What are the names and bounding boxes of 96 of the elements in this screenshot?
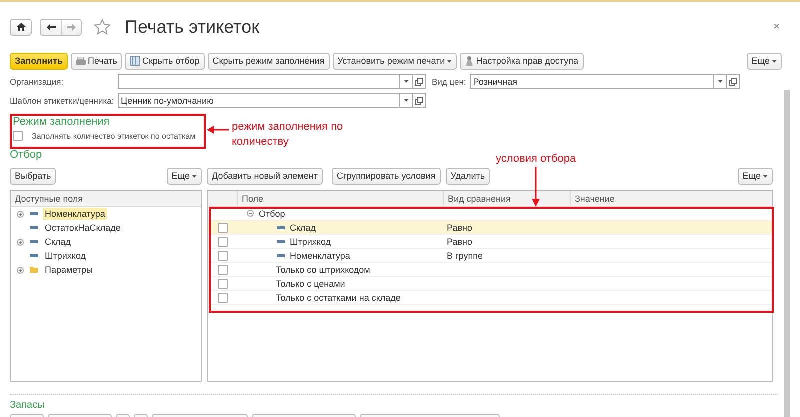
- more-button[interactable]: Еще: [166, 168, 202, 184]
- toolbar-button[interactable]: Удалить: [446, 168, 490, 184]
- folder-icon: [30, 267, 38, 273]
- table-cell: Номенклатура: [290, 250, 350, 260]
- toolbar-button[interactable]: Скрыть режим заполнения: [208, 52, 330, 70]
- dropdown-button[interactable]: [400, 93, 413, 108]
- section-title: Режим заполнения: [13, 116, 110, 128]
- table-cell: Штрихкод: [290, 236, 332, 246]
- caret-icon: [404, 99, 408, 102]
- annotation-text: условия отбора: [496, 152, 576, 167]
- checkbox[interactable]: [218, 250, 228, 260]
- dropdown-button[interactable]: [714, 74, 728, 89]
- open-icon: [729, 78, 738, 86]
- tree-item[interactable]: Штрихкод: [43, 250, 88, 262]
- input-field[interactable]: Ценник по-умолчанию: [118, 93, 400, 108]
- home-button[interactable]: [10, 18, 32, 36]
- field-icon: [30, 226, 38, 230]
- close-button[interactable]: ×: [774, 21, 780, 33]
- checkbox[interactable]: [218, 292, 228, 302]
- group-label: Отбор: [259, 208, 286, 218]
- expand-icon[interactable]: [17, 210, 24, 218]
- table-row[interactable]: Только со штрихкодом: [208, 263, 772, 277]
- section-title: Запасы: [10, 400, 45, 411]
- tree-item[interactable]: Параметры: [43, 264, 95, 276]
- open-icon: [415, 78, 423, 86]
- table-cell: Только с ценами: [276, 278, 346, 288]
- toolbar-button[interactable]: Сгруппировать условия: [332, 168, 441, 184]
- column-header: Доступные поля: [14, 192, 84, 206]
- field-label: Шаблон этикетки/ценника:: [10, 96, 116, 106]
- table-cell: Равно: [447, 236, 472, 246]
- field-icon: [277, 254, 285, 258]
- table-row[interactable]: Только с ценами: [208, 277, 772, 291]
- collapse-icon[interactable]: [247, 210, 254, 217]
- open-button[interactable]: [413, 93, 426, 108]
- caret-icon: [772, 60, 777, 62]
- checkbox[interactable]: [218, 236, 228, 246]
- table-row[interactable]: Номенклатура В группе: [208, 249, 772, 263]
- star-icon[interactable]: [94, 19, 111, 35]
- more-button[interactable]: Еще: [746, 52, 782, 70]
- table-cell: Равно: [447, 222, 472, 232]
- expand-icon[interactable]: [17, 266, 24, 274]
- checkbox[interactable]: [218, 222, 228, 232]
- dropdown-button[interactable]: [400, 74, 413, 89]
- open-button[interactable]: [413, 74, 426, 89]
- table-cell: В группе: [447, 250, 483, 260]
- toolbar-button[interactable]: Скрыть отбор: [125, 52, 205, 70]
- caret-icon: [718, 80, 723, 83]
- checkbox-label: Заполнять количество этикеток по остаткам: [32, 132, 196, 140]
- toolbar-button[interactable]: Установить режим печати: [332, 52, 458, 70]
- tree-item[interactable]: Склад: [43, 236, 74, 248]
- more-button[interactable]: Еще: [738, 168, 773, 184]
- tree-item[interactable]: ОстатокНаСкладе: [43, 222, 123, 234]
- field-icon: [277, 226, 285, 230]
- table-row[interactable]: Только с остатками на складе: [208, 291, 772, 305]
- column-header: Поле: [237, 191, 443, 206]
- table-cell: Только с остатками на складе: [276, 292, 401, 302]
- caret-icon: [447, 60, 452, 62]
- window-title: Печать этикеток: [125, 16, 260, 38]
- tree-item[interactable]: Номенклатура: [43, 208, 108, 220]
- field-icon: [30, 254, 38, 258]
- section-title: Отбор: [10, 149, 42, 161]
- expand-icon[interactable]: [17, 238, 24, 246]
- checkbox[interactable]: [218, 264, 228, 274]
- caret-icon: [192, 174, 197, 178]
- open-button[interactable]: [727, 74, 740, 89]
- field-icon: [30, 240, 38, 244]
- caret-icon: [404, 80, 408, 83]
- column-header: Значение: [570, 191, 772, 206]
- toolbar-button[interactable]: Заполнить: [10, 52, 68, 70]
- field-icon: [277, 240, 285, 244]
- field-label: Вид цен:: [432, 76, 466, 86]
- caret-icon: [763, 174, 768, 178]
- toolbar-button[interactable]: Печать: [70, 52, 122, 70]
- checkbox[interactable]: [218, 278, 228, 288]
- annotation-arrow: [207, 126, 229, 134]
- scrollbar[interactable]: [784, 90, 790, 417]
- checkbox[interactable]: [13, 131, 23, 141]
- field-icon: [30, 212, 38, 216]
- toolbar-button[interactable]: Добавить новый элемент: [207, 168, 323, 184]
- annotation-text: режим заполнения по количеству: [232, 120, 344, 150]
- table-icon: [130, 56, 140, 66]
- table-row[interactable]: Склад Равно: [208, 221, 772, 235]
- table-cell: Только со штрихкодом: [276, 264, 370, 274]
- printer-icon: [76, 56, 86, 66]
- table-row[interactable]: Штрихкод Равно: [208, 235, 772, 249]
- annotation-arrow: [532, 167, 540, 207]
- home-icon: [16, 23, 26, 31]
- person-icon: [465, 56, 474, 66]
- table-cell: Склад: [290, 222, 316, 232]
- select-button[interactable]: Выбрать: [10, 168, 56, 184]
- arrow-right-icon: [67, 24, 76, 30]
- toolbar-button[interactable]: Настройка прав доступа: [460, 52, 584, 70]
- field-label: Организация:: [10, 76, 65, 86]
- arrow-left-icon: [46, 24, 56, 30]
- input-field[interactable]: Розничная: [470, 74, 714, 89]
- open-icon: [415, 96, 423, 104]
